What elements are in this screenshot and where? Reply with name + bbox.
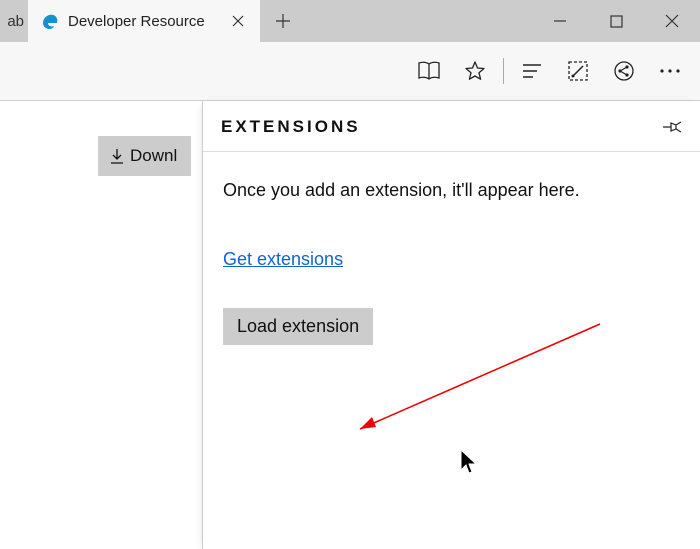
- pin-button[interactable]: [662, 119, 682, 135]
- web-note-button[interactable]: [556, 49, 600, 93]
- tab-inactive-stub[interactable]: ab: [0, 0, 28, 42]
- hub-button[interactable]: [510, 49, 554, 93]
- window-minimize-button[interactable]: [532, 0, 588, 42]
- mouse-cursor-icon: [460, 449, 478, 475]
- tab-active[interactable]: Developer Resource: [28, 0, 260, 42]
- edge-logo-icon: [40, 11, 60, 31]
- favorites-button[interactable]: [453, 49, 497, 93]
- download-button-label: Downl: [130, 146, 177, 166]
- toolbar-separator: [503, 58, 504, 84]
- titlebar: ab Developer Resource: [0, 0, 700, 42]
- share-button[interactable]: [602, 49, 646, 93]
- window-close-button[interactable]: [644, 0, 700, 42]
- load-extension-button[interactable]: Load extension: [223, 308, 373, 345]
- toolbar: [0, 42, 700, 100]
- window-maximize-button[interactable]: [588, 0, 644, 42]
- download-button[interactable]: Downl: [98, 136, 191, 176]
- extensions-flyout: EXTENSIONS Once you add an extension, it…: [202, 101, 700, 549]
- more-button[interactable]: [648, 49, 692, 93]
- flyout-title: EXTENSIONS: [221, 117, 361, 137]
- page-content: Downl EXTENSIONS Once you add an extensi…: [0, 101, 700, 549]
- flyout-description: Once you add an extension, it'll appear …: [223, 180, 680, 201]
- flyout-body: Once you add an extension, it'll appear …: [203, 152, 700, 373]
- reading-view-button[interactable]: [407, 49, 451, 93]
- get-extensions-link[interactable]: Get extensions: [223, 249, 343, 270]
- title-drag-region: [306, 0, 532, 42]
- flyout-header: EXTENSIONS: [203, 101, 700, 147]
- tab-close-button[interactable]: [226, 15, 250, 27]
- tab-title: Developer Resource: [68, 13, 218, 30]
- new-tab-button[interactable]: [260, 0, 306, 42]
- download-icon: [110, 148, 124, 164]
